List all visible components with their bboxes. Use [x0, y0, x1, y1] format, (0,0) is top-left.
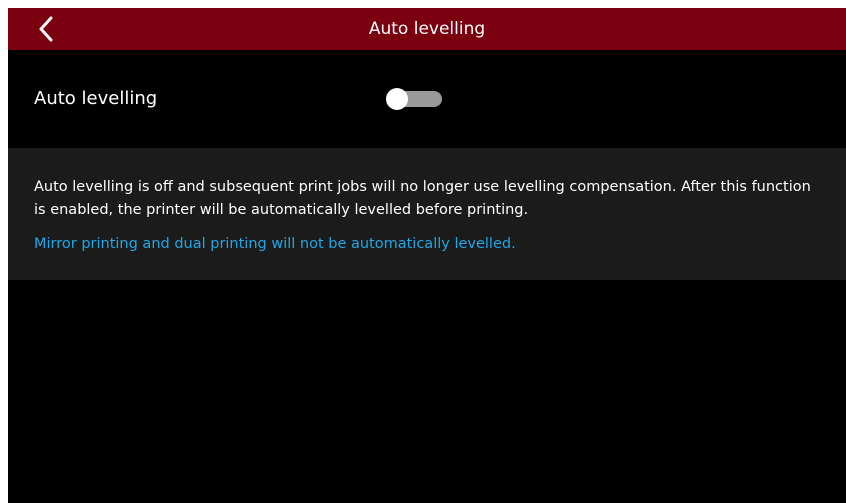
auto-levelling-toggle[interactable] [386, 88, 442, 110]
info-note: Mirror printing and dual printing will n… [34, 236, 516, 252]
page-title: Auto levelling [368, 19, 486, 39]
auto-levelling-label: Auto levelling [34, 88, 158, 109]
info-panel: Auto levelling is off and subsequent pri… [8, 148, 846, 280]
info-description: Auto levelling is off and subsequent pri… [34, 179, 811, 218]
title-bar: Auto levelling [8, 8, 846, 50]
screen: Auto levelling Auto levelling Auto level… [8, 8, 846, 503]
auto-levelling-row: Auto levelling [8, 50, 846, 148]
toggle-knob [386, 88, 408, 110]
